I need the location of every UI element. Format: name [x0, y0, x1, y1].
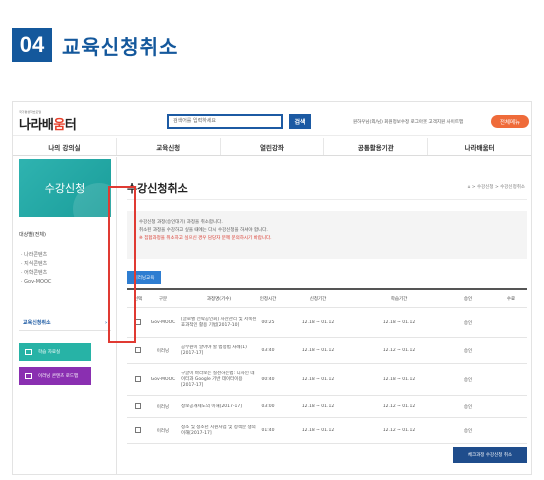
row-apply-period: 12.18 ~ 01.12 — [301, 320, 335, 325]
notice-line: 수강신청 과정(승인대기) 과정을 취소합니다. — [139, 220, 223, 225]
row-apply-period: 12.18 ~ 01.12 — [301, 377, 335, 382]
col-complete: 수료 — [506, 296, 516, 302]
row-approve: 승인 — [463, 404, 473, 410]
row-approve: 승인 — [463, 377, 473, 383]
col-subject: 과정명(기수) — [206, 296, 232, 302]
table-row: 이러닝 청소 및 청소년 지원사업 및 정책분 쟁의 이해[2017-17] 0… — [127, 418, 527, 444]
row-time: 01:40 — [261, 428, 275, 433]
gnb-item-my-classroom[interactable]: 나의 강의실 — [13, 138, 117, 155]
roadmap-icon — [25, 373, 32, 379]
sidebar-item-language-content[interactable]: · 어학콘텐츠 — [21, 269, 47, 278]
cancel-selected-button[interactable]: 체크과정 수강신청 취소 — [453, 447, 527, 463]
row-apply-period: 12.18 ~ 01.12 — [301, 428, 335, 433]
sidebar: 수강신청 대상별(전체) · 나라콘텐츠 · 지식콘텐츠 · 어학콘텐츠 · G… — [13, 157, 117, 474]
content-roadmap-button[interactable]: 이러닝 콘텐츠 로드맵 — [19, 367, 91, 385]
row-subject[interactable]: [글로벌 전략공인회] 자산관리 및 저축된 효과적인 활용 기법[2017-1… — [177, 317, 257, 329]
row-subject[interactable]: 청소 및 청소년 지원사업 및 정책분 쟁의 이해[2017-17] — [177, 425, 257, 437]
row-study-period: 12.18 ~ 01.12 — [382, 377, 416, 382]
row-study-period: 12.18 ~ 01.12 — [382, 320, 416, 325]
logo-text: 나라배움터 — [19, 118, 77, 133]
section-title: 교육신청취소 — [62, 34, 179, 59]
row-checkbox[interactable] — [135, 346, 141, 353]
site-logo[interactable]: 국가평생학습포털 나라배움터 — [19, 110, 77, 133]
row-approve: 승인 — [463, 428, 473, 434]
row-time: 00:40 — [261, 377, 275, 382]
row-time: 03:00 — [261, 404, 275, 409]
chevron-right-icon: › — [104, 319, 107, 326]
website-screenshot: 국가평생학습포털 나라배움터 검색어를 입력하세요 검색 원하우님(외/님) 회… — [12, 101, 532, 475]
row-study-period: 12.12 ~ 01.12 — [382, 404, 416, 409]
step-number-badge: 04 — [12, 28, 52, 62]
sidebar-item-cancel[interactable]: 교육신청취소 › — [19, 315, 111, 331]
row-subject[interactable]: 구글이 바라보는 실천하는법: 디자인 데이터과 Google 기반 데이터이용… — [177, 371, 257, 389]
row-checkbox[interactable] — [135, 402, 141, 409]
top-bar: 국가평생학습포털 나라배움터 검색어를 입력하세요 검색 원하우님(외/님) 회… — [13, 102, 531, 136]
row-approve: 승인 — [463, 348, 473, 354]
notice-line: 취소된 과정을 수강하고 싶을 때에는 다시 수강신청을 하셔야 합니다. — [139, 228, 268, 233]
notice-box: 수강신청 과정(승인대기) 과정을 취소합니다. 취소된 과정을 수강하고 싶을… — [127, 211, 527, 259]
row-time: 00:25 — [261, 320, 275, 325]
row-type: 이러닝 — [156, 404, 170, 410]
page-title: 수강신청취소 — [127, 182, 188, 195]
col-time: 인정시간 — [259, 296, 277, 302]
row-type: 이러닝 — [156, 348, 170, 354]
table-row: 이러닝 정보공개제도의 이해[2017-17] 03:00 12.18 ~ 01… — [127, 396, 527, 418]
sidebar-item-gov-mooc[interactable]: · Gov-MOOC — [21, 278, 51, 287]
global-nav: 나의 강의실 교육신청 열린강좌 공통활용기관 나라배움터 — [13, 138, 531, 156]
row-subject[interactable]: 정보공개제도의 이해[2017-17] — [177, 404, 257, 410]
table-row: Gov-MOOC [글로벌 전략공인회] 자산관리 및 저축된 효과적인 활용 … — [127, 308, 527, 338]
row-checkbox[interactable] — [135, 375, 141, 382]
sidebar-item-cancel-label: 교육신청취소 — [23, 320, 51, 326]
resource-room-button[interactable]: 학습 자료실 — [19, 343, 91, 361]
row-time: 03:40 — [261, 348, 275, 353]
row-checkbox[interactable] — [135, 426, 141, 433]
gnb-item-shared-org[interactable]: 공통활용기관 — [324, 138, 429, 155]
row-study-period: 12.12 ~ 01.12 — [382, 348, 416, 353]
folder-icon — [25, 349, 32, 355]
col-apply-period: 신청기간 — [309, 296, 327, 302]
row-study-period: 12.12 ~ 01.12 — [382, 428, 416, 433]
divider — [127, 199, 527, 200]
gnb-item-nara[interactable]: 나라배움터 — [428, 138, 531, 155]
main-content: 수강신청취소 ⌂ > 수강신청 > 수강신청취소 수강신청 과정(승인대기) 과… — [117, 157, 531, 474]
gnb-item-course-apply[interactable]: 교육신청 — [117, 138, 221, 155]
checkbox-column-highlight — [108, 186, 136, 343]
sidebar-item-knowledge-content[interactable]: · 지식콘텐츠 — [21, 260, 47, 269]
row-apply-period: 12.18 ~ 01.12 — [301, 348, 335, 353]
row-type: 이러닝 — [156, 428, 170, 434]
row-type: Gov-MOOC — [150, 377, 176, 382]
table-header: 선택 구분 과정명(기수) 인정시간 신청기간 학습기간 승인 수료 — [127, 288, 527, 308]
row-type: Gov-MOOC — [150, 320, 176, 325]
sidebar-section-all[interactable]: 대상별(전체) — [19, 231, 46, 238]
breadcrumb: ⌂ > 수강신청 > 수강신청취소 — [467, 185, 525, 190]
col-study-period: 학습기간 — [390, 296, 408, 302]
search-input[interactable]: 검색어를 입력하세요 — [167, 114, 283, 129]
sidebar-hero: 수강신청 — [19, 159, 111, 217]
col-type: 구분 — [158, 296, 168, 302]
notice-warning: ※ 집합과정을 취소하고 싶으신 경우 담당자 분께 문의하시기 바랍니다. — [139, 236, 272, 241]
row-approve: 승인 — [463, 320, 473, 326]
table-row: 이러닝 공무원이 알아야 할 범정법 사례(1)[2017-17] 03:40 … — [127, 338, 527, 364]
sitemap-button[interactable]: 전체메뉴 — [491, 115, 529, 128]
row-subject[interactable]: 공무원이 알아야 할 범정법 사례(1)[2017-17] — [177, 345, 257, 357]
row-apply-period: 12.18 ~ 01.12 — [301, 404, 335, 409]
gnb-item-open-lecture[interactable]: 열린강좌 — [221, 138, 325, 155]
search-button[interactable]: 검색 — [289, 114, 311, 129]
utility-links[interactable]: 원하우님(외/님) 회원정보수정 로그아웃 고객지원 사이트맵 — [353, 119, 463, 125]
col-approve: 승인 — [463, 296, 473, 302]
table-row: Gov-MOOC 구글이 바라보는 실천하는법: 디자인 데이터과 Google… — [127, 364, 527, 396]
course-table: 선택 구분 과정명(기수) 인정시간 신청기간 학습기간 승인 수료 Gov-M… — [127, 288, 527, 444]
sidebar-item-nara-content[interactable]: · 나라콘텐츠 — [21, 251, 47, 260]
section-heading: 04 교육신청취소 — [12, 28, 178, 62]
